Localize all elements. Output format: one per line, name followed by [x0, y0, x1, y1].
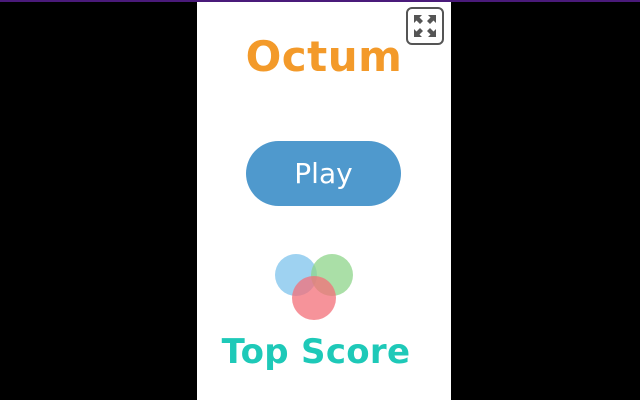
logo-circle-red: [292, 276, 336, 320]
game-title: Octum: [245, 32, 403, 81]
three-overlapping-circles-icon: [275, 254, 353, 320]
top-score-label[interactable]: Top Score: [197, 332, 435, 372]
game-panel: Octum Play Top Score: [197, 2, 451, 400]
play-button[interactable]: Play: [246, 141, 401, 206]
